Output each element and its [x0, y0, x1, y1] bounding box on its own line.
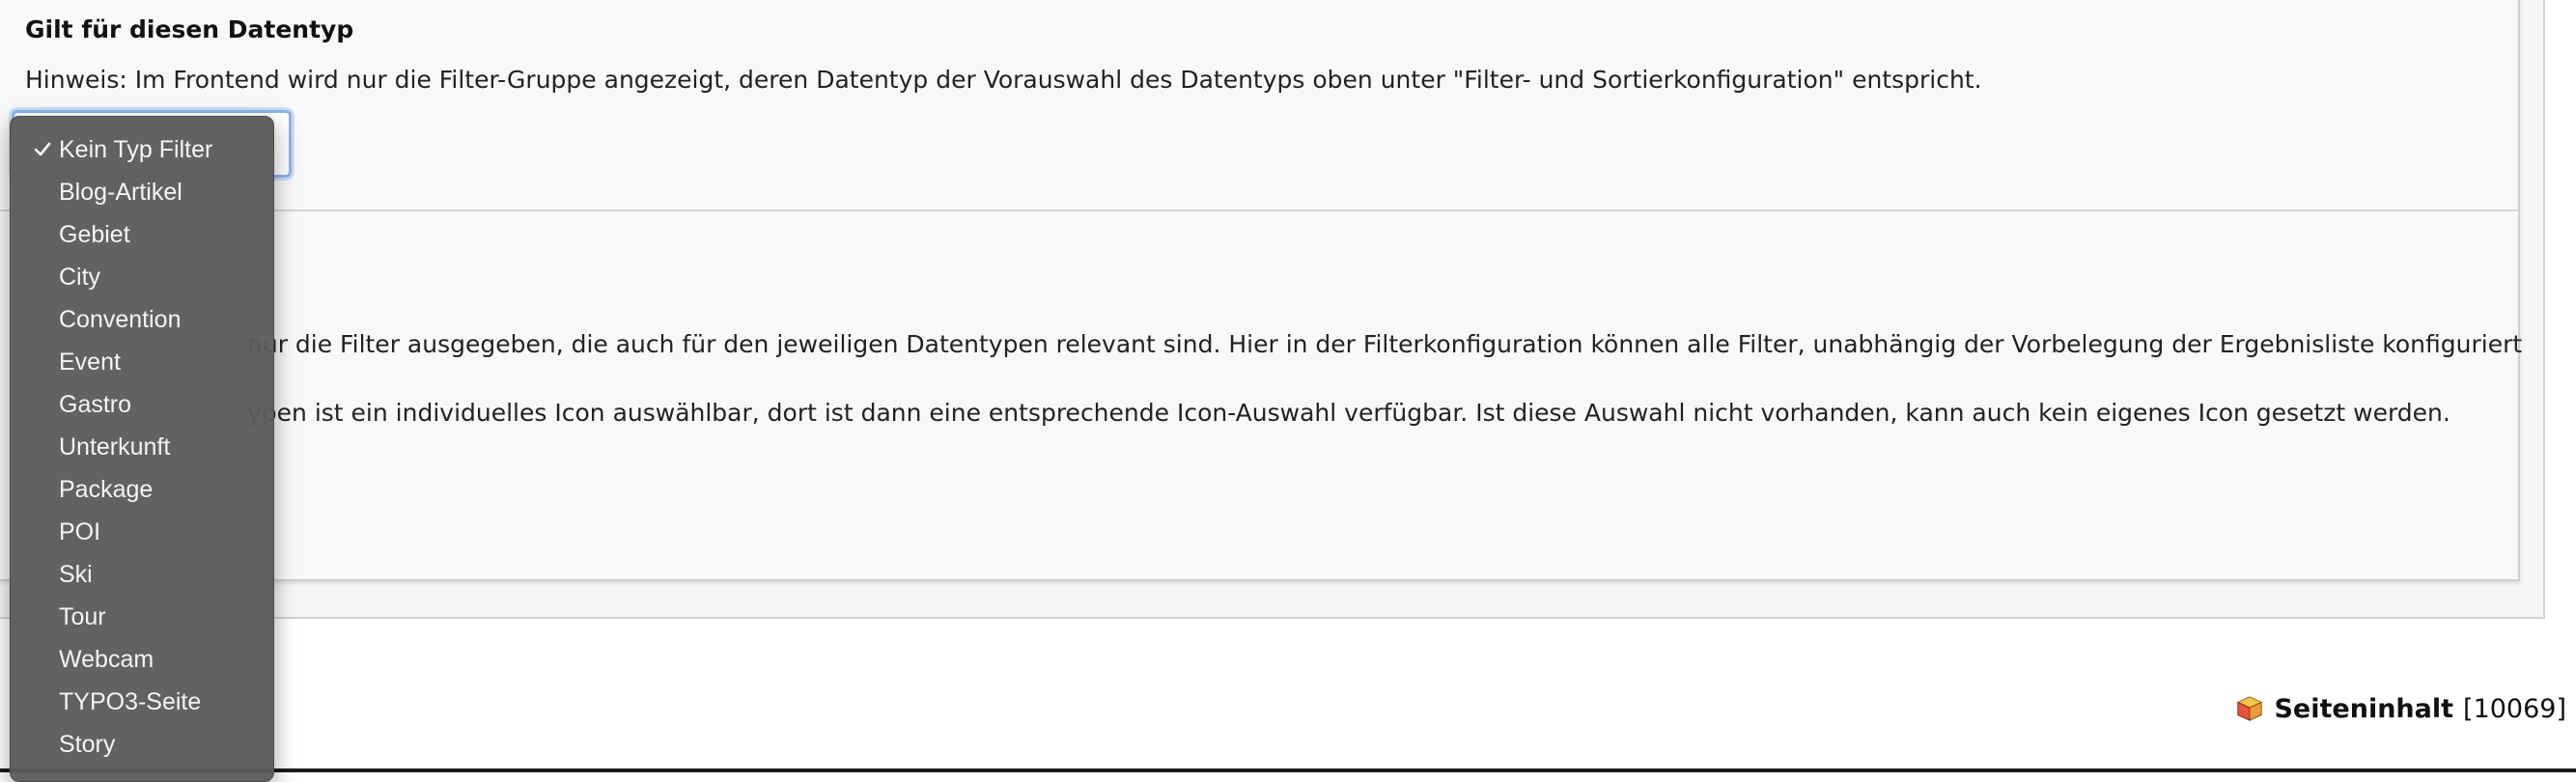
field-section-panel: Gilt für diesen Datentyp Hinweis: Im Fro… — [0, 0, 2523, 581]
dropdown-option-typo3-seite[interactable]: TYPO3-Seite — [11, 681, 273, 723]
dropdown-option-label: Package — [59, 476, 154, 503]
dropdown-option-label: Ski — [59, 561, 93, 588]
dropdown-option-label: Kein Typ Filter — [59, 136, 213, 163]
dropdown-option-kein-typ-filter[interactable]: Kein Typ Filter — [11, 128, 273, 171]
dropdown-option-story[interactable]: Story — [11, 723, 273, 766]
dropdown-option-convention[interactable]: Convention — [11, 298, 273, 341]
hint-text: Hinweis: Im Frontend wird nur die Filter… — [25, 66, 1982, 94]
description-line-1: nur die Filter ausgegeben, die auch für … — [247, 330, 2523, 358]
dropdown-option-poi[interactable]: POI — [11, 511, 273, 553]
dropdown-option-gastro[interactable]: Gastro — [11, 383, 273, 426]
dropdown-option-tour[interactable]: Tour — [11, 596, 273, 638]
dropdown-option-label: Event — [59, 349, 121, 376]
content-title: Seiteninhalt — [2274, 693, 2454, 724]
dropdown-option-webcam[interactable]: Webcam — [11, 638, 273, 681]
dropdown-option-label: City — [59, 264, 101, 291]
dropdown-option-label: Blog-Artikel — [59, 179, 182, 206]
dropdown-option-label: Story — [59, 731, 116, 758]
dropdown-option-label: POI — [59, 518, 101, 545]
dropdown-option-label: Unterkunft — [59, 433, 171, 461]
bottom-rule — [0, 768, 2576, 772]
cube-icon — [2237, 696, 2263, 721]
dropdown-option-label: Gebiet — [59, 221, 130, 248]
dropdown-option-label: TYPO3-Seite — [59, 688, 202, 715]
section-divider — [0, 209, 2518, 211]
dropdown-option-event[interactable]: Event — [11, 341, 273, 383]
description-line-2: ypen ist ein individuelles Icon auswählb… — [247, 399, 2450, 427]
checkmark-icon — [30, 128, 55, 171]
dropdown-option-blog-artikel[interactable]: Blog-Artikel — [11, 171, 273, 213]
dropdown-option-label: Convention — [59, 306, 182, 333]
field-label: Gilt für diesen Datentyp — [25, 15, 354, 43]
dropdown-option-unterkunft[interactable]: Unterkunft — [11, 426, 273, 468]
dropdown-option-package[interactable]: Package — [11, 468, 273, 511]
content-element-label: Seiteninhalt [10069] — [2235, 691, 2566, 726]
content-id: [10069] — [2463, 693, 2566, 724]
dropdown-option-city[interactable]: City — [11, 256, 273, 298]
dropdown-option-label: Gastro — [59, 391, 132, 418]
dropdown-option-ski[interactable]: Ski — [11, 553, 273, 596]
datatype-dropdown-menu[interactable]: Kein Typ Filter Blog-Artikel Gebiet City Con… — [10, 116, 274, 782]
dropdown-option-gebiet[interactable]: Gebiet — [11, 213, 273, 256]
dropdown-option-label: Webcam — [59, 646, 154, 673]
dropdown-option-label: Tour — [59, 603, 106, 630]
